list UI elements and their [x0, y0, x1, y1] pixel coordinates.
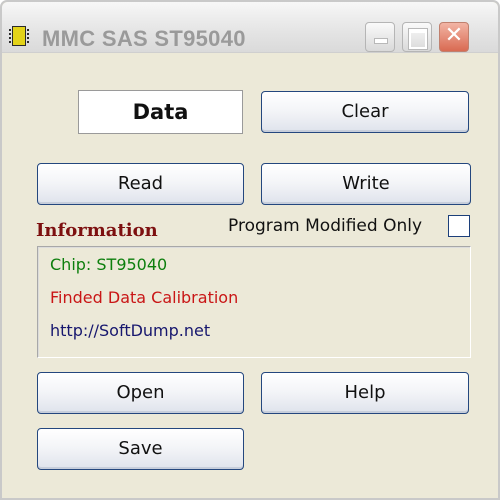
maximize-button[interactable]	[402, 22, 432, 52]
close-icon: ✕	[444, 23, 464, 48]
save-button[interactable]: Save	[37, 428, 244, 470]
minimize-button[interactable]	[365, 22, 395, 52]
title-bar[interactable]: MMC SAS ST95040 ✕	[2, 2, 498, 53]
chip-info-line: Chip: ST95040	[50, 255, 168, 274]
program-modified-only-checkbox[interactable]	[448, 215, 470, 237]
app-window: MMC SAS ST95040 ✕ Data Clear Read Write …	[0, 0, 500, 500]
help-button[interactable]: Help	[261, 372, 469, 414]
website-link[interactable]: http://SoftDump.net	[50, 321, 210, 340]
clear-button[interactable]: Clear	[261, 91, 469, 133]
information-panel: Chip: ST95040 Finded Data Calibration ht…	[37, 246, 471, 358]
information-heading: Information	[36, 220, 158, 241]
chip-icon	[9, 26, 29, 46]
window-title: MMC SAS ST95040	[42, 26, 246, 51]
write-button[interactable]: Write	[261, 163, 471, 205]
data-display: Data	[78, 90, 243, 134]
close-button[interactable]: ✕	[439, 22, 469, 52]
read-button[interactable]: Read	[37, 163, 244, 205]
calibration-status-line: Finded Data Calibration	[50, 288, 239, 307]
program-modified-only-label: Program Modified Only	[228, 216, 423, 236]
open-button[interactable]: Open	[37, 372, 244, 414]
